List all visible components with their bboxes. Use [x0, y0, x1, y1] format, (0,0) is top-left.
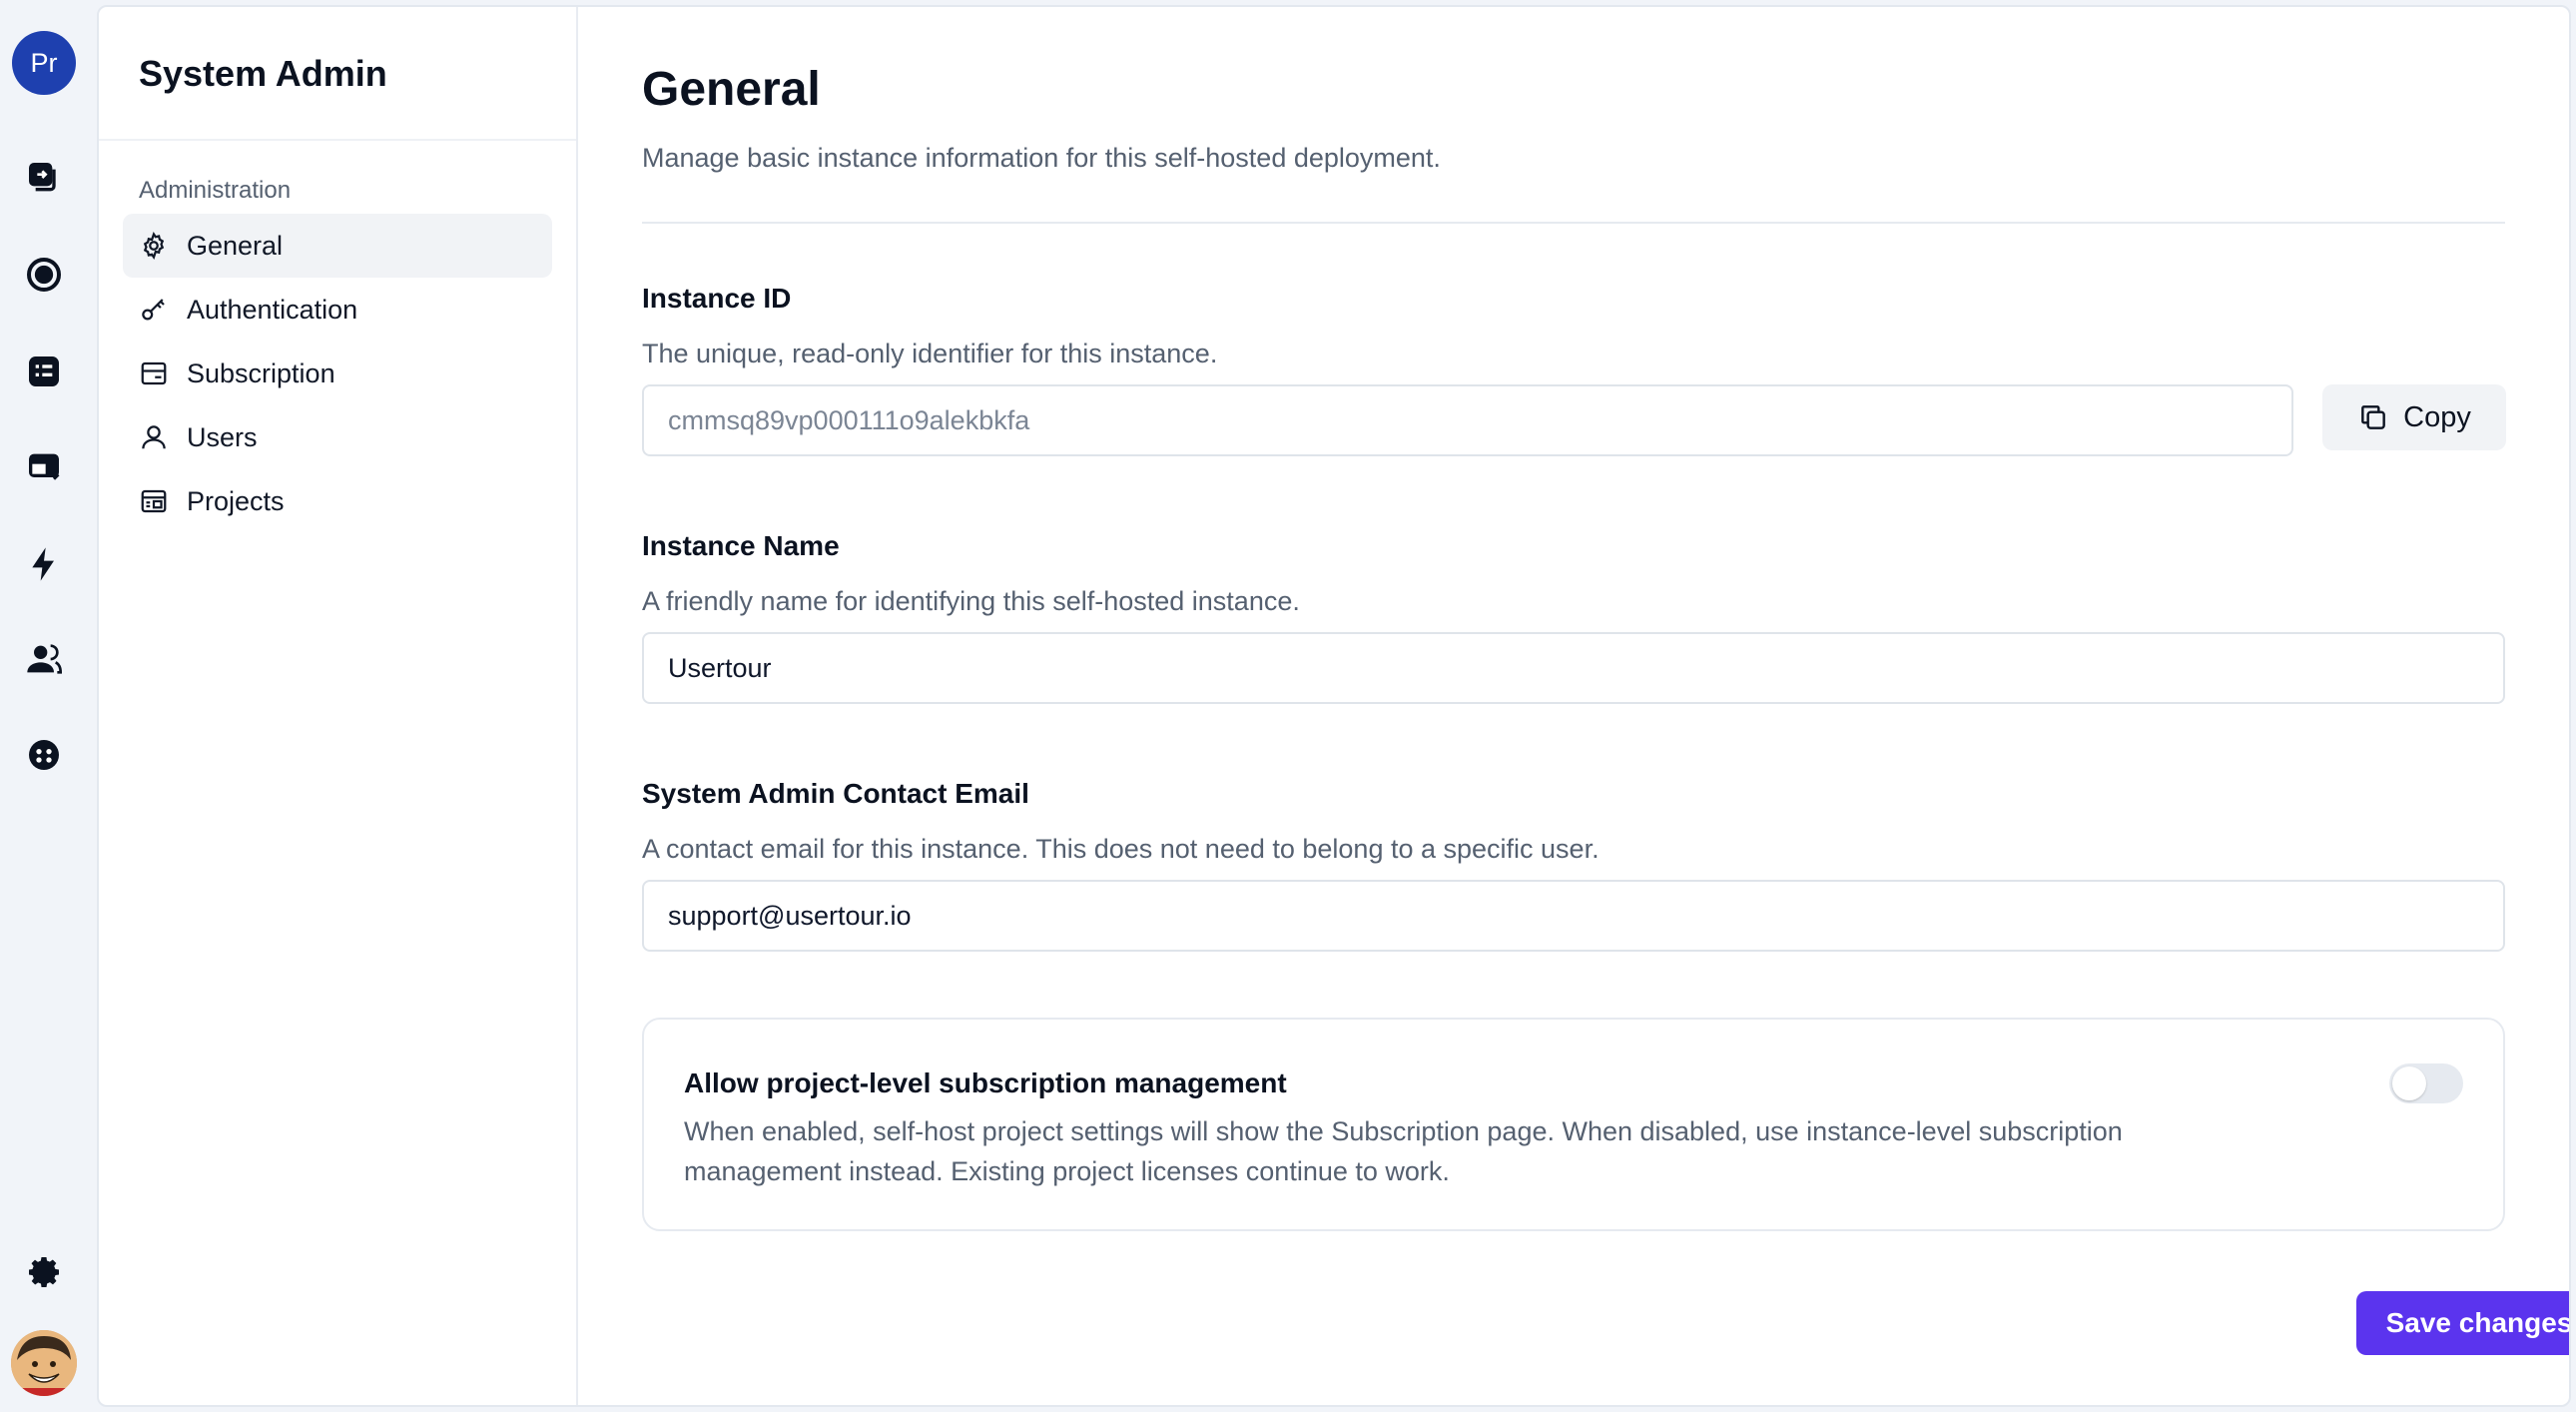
instance-name-label: Instance Name [642, 530, 840, 561]
copy-button[interactable]: Copy [2322, 384, 2506, 450]
contact-email-help: A contact email for this instance. This … [642, 834, 1600, 864]
sidebar-divider [99, 139, 576, 141]
key-icon [142, 299, 165, 321]
project-subscription-setting: Allow project-level subscription managem… [642, 1018, 2505, 1231]
checklists-icon[interactable] [22, 350, 66, 393]
banners-icon[interactable] [22, 445, 66, 489]
sidebar-item-label: General [187, 230, 284, 261]
instance-name-field[interactable] [642, 632, 2505, 704]
project-avatar[interactable]: Pr [12, 31, 76, 95]
instance-id-field[interactable] [642, 384, 2293, 456]
sidebar-item-authentication[interactable]: Authentication [123, 278, 552, 342]
sidebar-title: System Admin [139, 53, 387, 94]
sidebar-item-users[interactable]: Users [123, 405, 552, 469]
user-icon [142, 425, 166, 449]
general-settings: General Manage basic instance informatio… [642, 7, 2569, 1405]
sidebar-item-general[interactable]: General [123, 214, 552, 278]
events-icon[interactable] [22, 542, 66, 586]
subscription-icon [141, 361, 167, 385]
admin-sidebar: System Admin Administration General Auth… [99, 7, 578, 1405]
instance-id-help: The unique, read-only identifier for thi… [642, 339, 1218, 368]
companies-icon[interactable] [22, 733, 66, 777]
setting-title: Allow project-level subscription managem… [684, 1067, 1287, 1098]
copy-icon [2361, 405, 2386, 429]
instance-id-label: Instance ID [642, 283, 792, 314]
page-title: General [642, 63, 821, 116]
launchers-icon[interactable] [22, 253, 66, 297]
contact-email-field[interactable] [642, 880, 2505, 952]
sidebar-item-label: Subscription [187, 357, 335, 388]
projects-icon [141, 489, 167, 513]
copy-button-label: Copy [2403, 400, 2471, 433]
contact-email-label: System Admin Contact Email [642, 778, 1029, 809]
sidebar-section-label: Administration [139, 177, 292, 204]
flows-icon[interactable] [22, 156, 66, 200]
sidebar-item-projects[interactable]: Projects [123, 469, 552, 533]
setting-description: When enabled, self-host project settings… [684, 1116, 2123, 1186]
settings-card: System Admin Administration General Auth… [97, 5, 2571, 1407]
users-icon[interactable] [22, 637, 66, 681]
save-button[interactable]: Save changes [2356, 1291, 2569, 1355]
app-rail: Pr [0, 0, 97, 1412]
project-subscription-toggle[interactable] [2389, 1063, 2463, 1103]
sidebar-item-label: Authentication [187, 294, 358, 325]
gear-icon [143, 232, 165, 260]
page-subtitle: Manage basic instance information for th… [642, 143, 1441, 173]
sidebar-item-label: Users [187, 421, 258, 452]
settings-icon[interactable] [22, 1250, 66, 1294]
sidebar-item-label: Projects [187, 485, 285, 516]
sidebar-item-subscription[interactable]: Subscription [123, 342, 552, 405]
user-avatar[interactable] [11, 1330, 77, 1396]
header-divider [642, 222, 2505, 224]
instance-name-help: A friendly name for identifying this sel… [642, 586, 1300, 616]
